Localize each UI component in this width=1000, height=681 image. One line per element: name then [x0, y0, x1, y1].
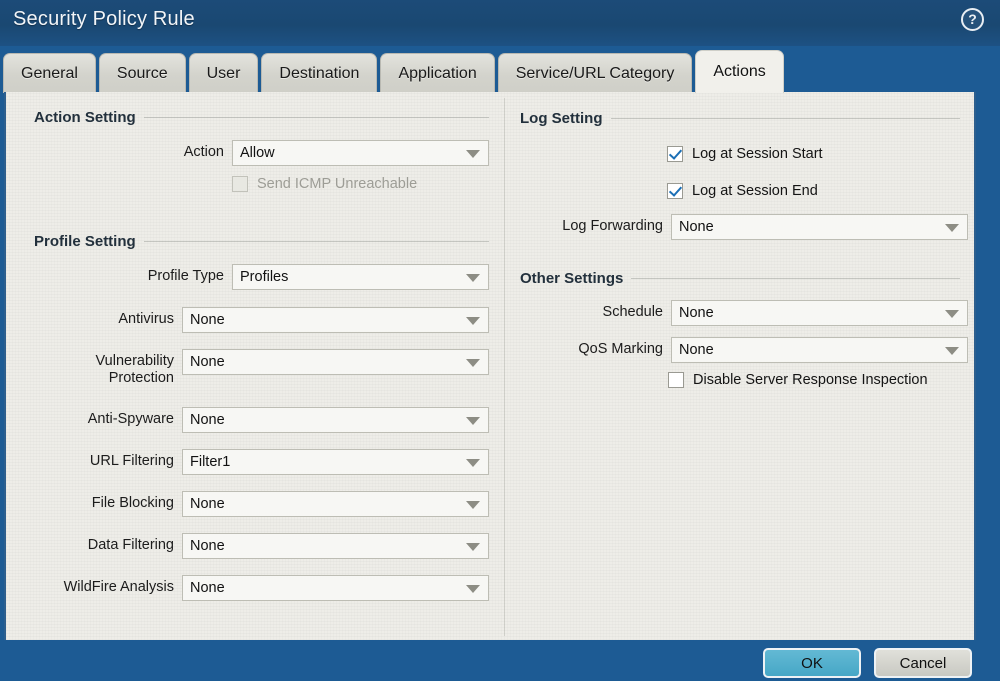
- right-column: Log Setting Log at Session Start Log at …: [506, 92, 974, 640]
- url-filtering-select[interactable]: Filter1: [182, 449, 489, 475]
- chevron-down-icon: [945, 347, 959, 355]
- chevron-down-icon: [466, 359, 480, 367]
- column-divider: [504, 98, 505, 636]
- profile-setting-section-header: Profile Setting: [34, 233, 489, 250]
- schedule-row: Schedule None: [520, 300, 970, 326]
- anti-spyware-value: None: [190, 412, 225, 428]
- file-blocking-value: None: [190, 496, 225, 512]
- data-filtering-label: Data Filtering: [87, 537, 174, 553]
- checkbox-checked-icon: [667, 183, 683, 199]
- send-icmp-unreachable-label: Send ICMP Unreachable: [257, 176, 418, 192]
- anti-spyware-select[interactable]: None: [182, 407, 489, 433]
- vulnerability-protection-label: Vulnerability Protection: [95, 353, 174, 386]
- profile-type-label: Profile Type: [147, 268, 224, 284]
- security-policy-rule-dialog: Security Policy Rule ? General Source Us…: [0, 0, 1000, 681]
- chevron-down-icon: [466, 417, 480, 425]
- cancel-button[interactable]: Cancel: [874, 648, 972, 678]
- file-blocking-select[interactable]: None: [182, 491, 489, 517]
- chevron-down-icon: [945, 310, 959, 318]
- log-at-session-start-label: Log at Session Start: [692, 146, 823, 162]
- antivirus-select[interactable]: None: [182, 307, 489, 333]
- action-label: Action: [183, 144, 224, 160]
- log-forwarding-select[interactable]: None: [671, 214, 968, 240]
- checkbox-unchecked-icon: [668, 372, 684, 388]
- action-select[interactable]: Allow: [232, 140, 489, 166]
- vulnerability-protection-row: Vulnerability Protection None: [34, 349, 489, 387]
- schedule-label: Schedule: [602, 304, 663, 320]
- other-settings-section-header: Other Settings: [520, 270, 960, 287]
- send-icmp-unreachable-checkbox: Send ICMP Unreachable: [232, 176, 417, 192]
- vulnerability-protection-value: None: [190, 354, 225, 370]
- tab-destination[interactable]: Destination: [261, 53, 378, 93]
- disable-server-response-inspection-checkbox[interactable]: Disable Server Response Inspection: [668, 372, 928, 388]
- section-rule: [143, 241, 489, 242]
- log-forwarding-row: Log Forwarding None: [520, 214, 970, 240]
- ok-button[interactable]: OK: [763, 648, 861, 678]
- qos-marking-value: None: [679, 342, 714, 358]
- schedule-select[interactable]: None: [671, 300, 968, 326]
- action-value: Allow: [240, 145, 275, 161]
- tab-service-url-category[interactable]: Service/URL Category: [497, 53, 693, 93]
- antivirus-value: None: [190, 312, 225, 328]
- log-at-session-end-checkbox[interactable]: Log at Session End: [667, 183, 818, 199]
- page-title: Security Policy Rule: [13, 8, 195, 30]
- chevron-down-icon: [466, 585, 480, 593]
- wildfire-analysis-value: None: [190, 580, 225, 596]
- qos-marking-row: QoS Marking None: [520, 337, 970, 363]
- profile-type-select[interactable]: Profiles: [232, 264, 489, 290]
- tab-user[interactable]: User: [188, 53, 259, 93]
- checkbox-checked-icon: [667, 146, 683, 162]
- log-at-session-end-label: Log at Session End: [692, 183, 818, 199]
- log-forwarding-label: Log Forwarding: [562, 218, 663, 234]
- profile-type-row: Profile Type Profiles: [34, 264, 489, 290]
- left-column: Action Setting Action Allow Send ICMP Un…: [6, 92, 504, 640]
- chevron-down-icon: [466, 543, 480, 551]
- log-forwarding-value: None: [679, 219, 714, 235]
- qos-marking-select[interactable]: None: [671, 337, 968, 363]
- section-rule: [610, 118, 960, 119]
- url-filtering-label: URL Filtering: [89, 453, 174, 469]
- disable-server-response-inspection-label: Disable Server Response Inspection: [693, 372, 928, 388]
- chevron-down-icon: [945, 224, 959, 232]
- chevron-down-icon: [466, 317, 480, 325]
- vulnerability-protection-select[interactable]: None: [182, 349, 489, 375]
- checkbox-box-icon: [232, 176, 248, 192]
- actions-tab-panel: Action Setting Action Allow Send ICMP Un…: [4, 92, 976, 640]
- section-rule: [631, 278, 960, 279]
- anti-spyware-label: Anti-Spyware: [87, 411, 174, 427]
- data-filtering-value: None: [190, 538, 225, 554]
- dialog-titlebar: Security Policy Rule ?: [0, 0, 1000, 46]
- wildfire-analysis-row: WildFire Analysis None: [34, 575, 489, 601]
- tab-source[interactable]: Source: [98, 53, 186, 93]
- tab-strip: General Source User Destination Applicat…: [0, 46, 1000, 93]
- url-filtering-row: URL Filtering Filter1: [34, 449, 489, 475]
- wildfire-analysis-select[interactable]: None: [182, 575, 489, 601]
- action-row: Action Allow: [34, 140, 489, 166]
- antivirus-label: Antivirus: [118, 311, 174, 327]
- tab-general[interactable]: General: [3, 53, 96, 93]
- file-blocking-row: File Blocking None: [34, 491, 489, 517]
- url-filtering-value: Filter1: [190, 454, 231, 470]
- wildfire-analysis-label: WildFire Analysis: [63, 579, 174, 595]
- log-at-session-start-checkbox[interactable]: Log at Session Start: [667, 146, 823, 162]
- antivirus-row: Antivirus None: [34, 307, 489, 333]
- qos-marking-label: QoS Marking: [578, 341, 663, 357]
- chevron-down-icon: [466, 150, 480, 158]
- log-setting-section-header: Log Setting: [520, 110, 960, 127]
- action-setting-section-header: Action Setting: [34, 109, 489, 126]
- data-filtering-row: Data Filtering None: [34, 533, 489, 559]
- chevron-down-icon: [466, 501, 480, 509]
- section-rule: [143, 117, 489, 118]
- tab-actions[interactable]: Actions: [695, 50, 784, 93]
- data-filtering-select[interactable]: None: [182, 533, 489, 559]
- chevron-down-icon: [466, 274, 480, 282]
- tab-application[interactable]: Application: [380, 53, 495, 93]
- schedule-value: None: [679, 305, 714, 321]
- anti-spyware-row: Anti-Spyware None: [34, 407, 489, 433]
- help-circle-icon[interactable]: ?: [961, 8, 984, 31]
- file-blocking-label: File Blocking: [91, 495, 174, 511]
- profile-type-value: Profiles: [240, 269, 289, 285]
- dialog-footer: OK Cancel: [0, 640, 1000, 681]
- chevron-down-icon: [466, 459, 480, 467]
